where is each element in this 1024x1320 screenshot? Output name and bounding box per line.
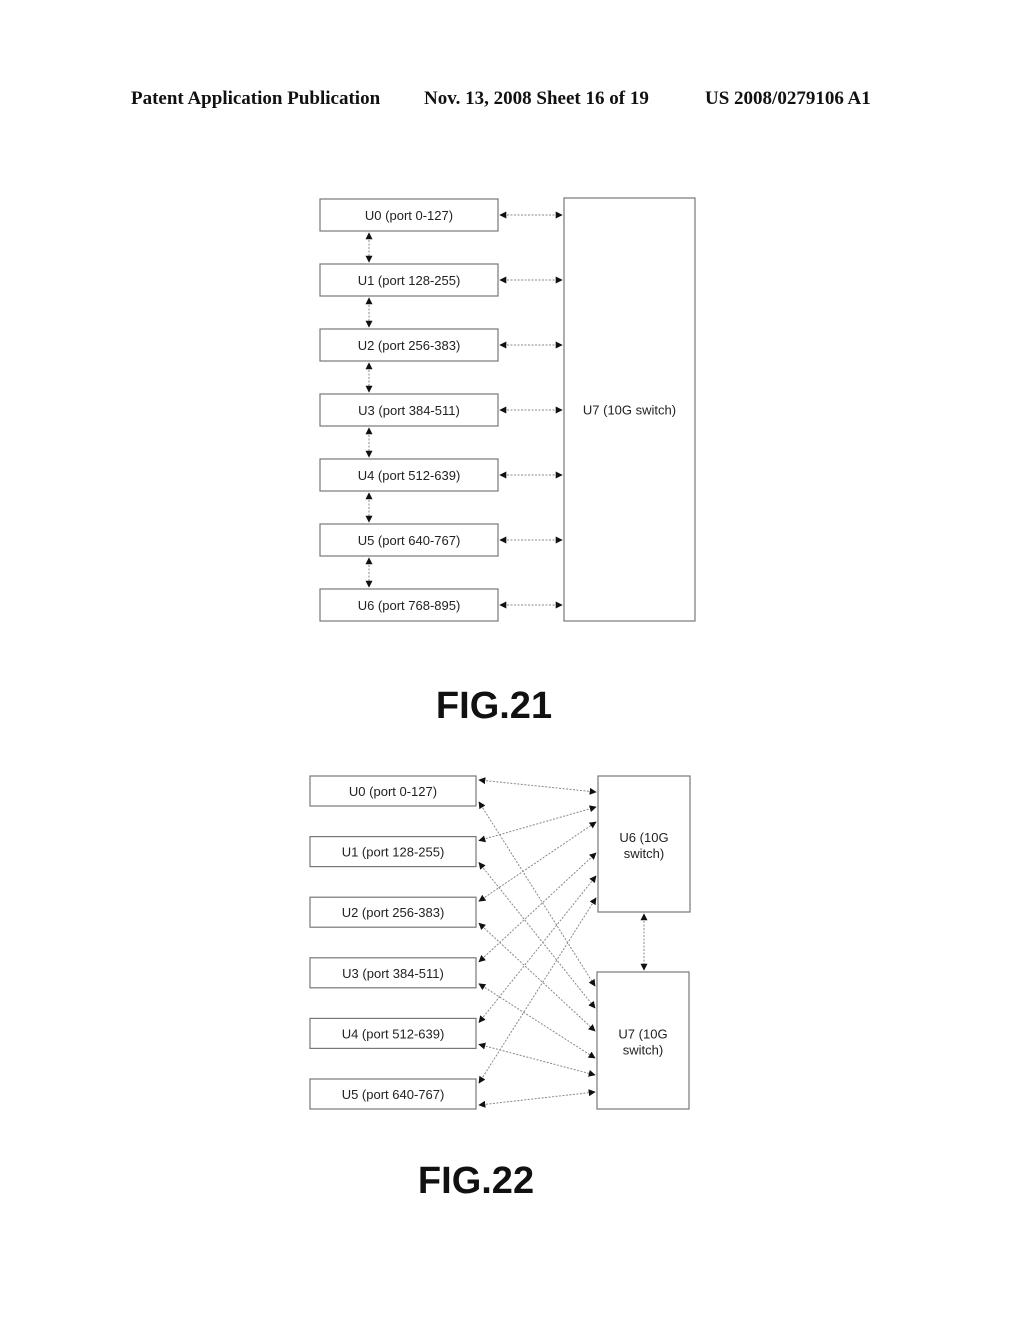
unit-label: U0 (port 0-127) — [349, 784, 437, 799]
unit-label: U2 (port 256-383) — [342, 905, 445, 920]
unit-label: U2 (port 256-383) — [358, 338, 461, 353]
unit-label: U1 (port 128-255) — [342, 845, 445, 860]
unit-u7-link — [478, 862, 596, 1009]
unit-u7-link — [478, 801, 596, 987]
switch-label-line1: U6 (10G — [619, 830, 668, 845]
switch-label: U7 (10G switch) — [583, 403, 676, 418]
unit-u6-link — [478, 875, 597, 1023]
figure-21: U0 (port 0-127) U1 (port 128-255) U2 (port… — [319, 197, 696, 622]
unit-label: U3 (port 384-511) — [342, 966, 444, 981]
patent-figures: U0 (port 0-127) U1 (port 128-255) U2 (port… — [309, 197, 696, 1202]
unit-u7-link — [478, 922, 596, 1032]
unit-u6-link — [478, 805, 597, 843]
unit-u6-link — [478, 821, 597, 902]
unit-label: U3 (port 384-511) — [358, 403, 460, 418]
unit-u6-link — [478, 897, 597, 1084]
unit-label: U5 (port 640-767) — [342, 1087, 445, 1102]
switch-label-line1: U7 (10G — [618, 1027, 667, 1042]
unit-label: U4 (port 512-639) — [342, 1026, 445, 1041]
switch-label-line2: switch) — [623, 1043, 663, 1058]
switch-label-line2: switch) — [624, 846, 664, 861]
unit-u6-link — [478, 777, 597, 795]
unit-label: U6 (port 768-895) — [358, 598, 461, 613]
unit-label: U1 (port 128-255) — [358, 273, 461, 288]
unit-label: U0 (port 0-127) — [365, 208, 453, 223]
figure-22: U0 (port 0-127) U1 (port 128-255) U2 (port… — [309, 775, 691, 1110]
unit-label: U4 (port 512-639) — [358, 468, 461, 483]
figure-21-caption: FIG.21 — [436, 685, 552, 727]
unit-u6-link — [478, 852, 597, 963]
figure-22-caption: FIG.22 — [418, 1160, 534, 1202]
unit-u7-link — [478, 983, 596, 1059]
unit-u7-link — [478, 1042, 596, 1077]
unit-label: U5 (port 640-767) — [358, 533, 461, 548]
unit-u7-link — [478, 1089, 596, 1108]
